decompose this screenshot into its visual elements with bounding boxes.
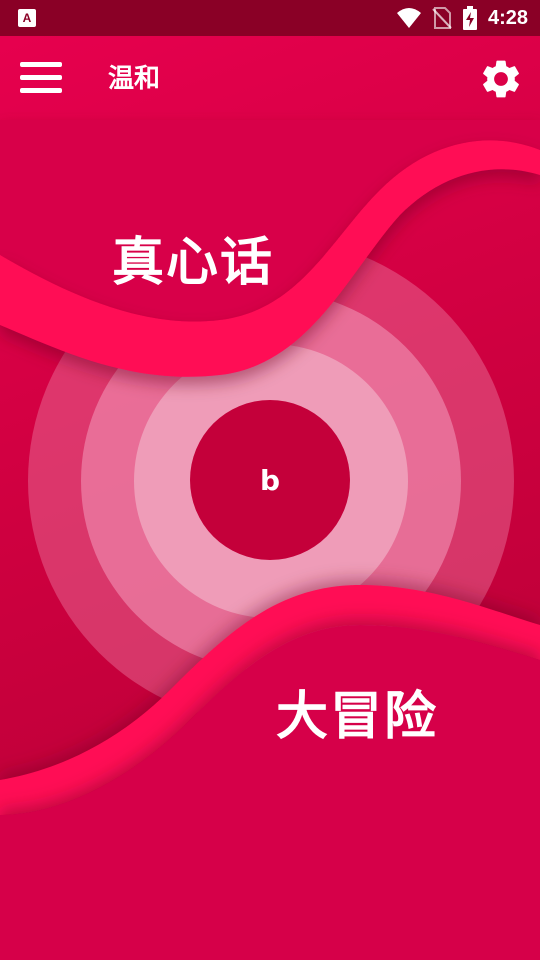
app-screen: A 4:28 温和 b 真心话 大冒险 [0,0,540,960]
decorative-waves [0,120,540,960]
truth-option[interactable]: 真心话 [112,220,274,295]
dare-option[interactable]: 大冒险 [276,674,438,749]
